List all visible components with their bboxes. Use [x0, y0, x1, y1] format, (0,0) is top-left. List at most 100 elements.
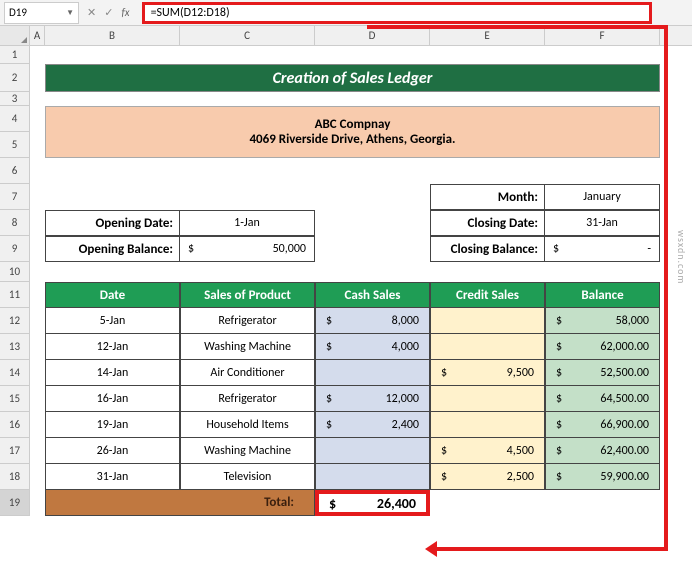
- opening-balance-label: Opening Balance:: [45, 236, 180, 262]
- row-header[interactable]: 13: [0, 334, 30, 360]
- table-cell[interactable]: [430, 334, 545, 360]
- table-cell[interactable]: 5-Jan: [45, 308, 180, 334]
- table-cell[interactable]: [315, 360, 430, 386]
- table-cell[interactable]: $52,500.00: [545, 360, 660, 386]
- table-cell[interactable]: $66,900.00: [545, 412, 660, 438]
- table-cell[interactable]: 26-Jan: [45, 438, 180, 464]
- row-header[interactable]: 3: [0, 92, 30, 106]
- row-header[interactable]: 1: [0, 46, 30, 64]
- table-cell[interactable]: Air Conditioner: [180, 360, 315, 386]
- table-cell[interactable]: $2,400: [315, 412, 430, 438]
- col-header-D[interactable]: D: [315, 26, 430, 45]
- row-header[interactable]: 17: [0, 438, 30, 464]
- table-row: 19-JanHousehold Items$2,400 $66,900.00: [45, 412, 660, 438]
- table-header-row: Date Sales of Product Cash Sales Credit …: [45, 282, 660, 308]
- table-cell[interactable]: [430, 308, 545, 334]
- th-product: Sales of Product: [180, 282, 315, 308]
- row-header[interactable]: 18: [0, 464, 30, 490]
- watermark: wsxdn.com: [675, 230, 688, 284]
- table-cell[interactable]: 14-Jan: [45, 360, 180, 386]
- row-header[interactable]: 16: [0, 412, 30, 438]
- table-cell[interactable]: 12-Jan: [45, 334, 180, 360]
- total-row: Total: $26,400: [45, 490, 660, 516]
- formula-bar[interactable]: =SUM(D12:D18): [142, 2, 652, 24]
- table-row: 26-JanWashing Machine $4,500$62,400.00: [45, 438, 660, 464]
- table-cell[interactable]: Television: [180, 464, 315, 490]
- table-cell[interactable]: Refrigerator: [180, 386, 315, 412]
- row-header[interactable]: 4: [0, 106, 30, 132]
- row-header[interactable]: 12: [0, 308, 30, 334]
- annotation-arrowhead-icon: [425, 541, 437, 557]
- table-cell[interactable]: $58,000: [545, 308, 660, 334]
- table-cell[interactable]: 31-Jan: [45, 464, 180, 490]
- closing-date-value: 31-Jan: [545, 210, 660, 236]
- row-header[interactable]: 6: [0, 158, 30, 184]
- row-header[interactable]: 5: [0, 132, 30, 158]
- table-cell[interactable]: Household Items: [180, 412, 315, 438]
- th-balance: Balance: [545, 282, 660, 308]
- row-header[interactable]: 10: [0, 262, 30, 282]
- row-header[interactable]: 15: [0, 386, 30, 412]
- col-header-A[interactable]: A: [30, 26, 45, 45]
- col-header-C[interactable]: C: [180, 26, 315, 45]
- confirm-icon[interactable]: ✓: [104, 6, 113, 19]
- table-cell[interactable]: $64,500.00: [545, 386, 660, 412]
- table-cell[interactable]: 16-Jan: [45, 386, 180, 412]
- formula-bar-row: D19 ▼ ✕ ✓ fx =SUM(D12:D18): [0, 0, 692, 26]
- row-header[interactable]: 19: [0, 490, 30, 516]
- column-headers: A B C D E F: [0, 26, 692, 46]
- table-cell[interactable]: $59,900.00: [545, 464, 660, 490]
- cells-area[interactable]: Creation of Sales Ledger ABC Compnay 406…: [30, 46, 692, 516]
- table-cell[interactable]: Washing Machine: [180, 438, 315, 464]
- table-cell[interactable]: [315, 464, 430, 490]
- col-header-B[interactable]: B: [45, 26, 180, 45]
- month-label: Month:: [430, 184, 545, 210]
- th-cash: Cash Sales: [315, 282, 430, 308]
- name-box-value: D19: [9, 6, 27, 19]
- table-cell[interactable]: $62,000.00: [545, 334, 660, 360]
- closing-date-label: Closing Date:: [430, 210, 545, 236]
- table-cell[interactable]: Refrigerator: [180, 308, 315, 334]
- table-cell[interactable]: $4,500: [430, 438, 545, 464]
- name-box-dropdown-icon[interactable]: ▼: [66, 8, 74, 18]
- opening-date-label: Opening Date:: [45, 210, 180, 236]
- th-credit: Credit Sales: [430, 282, 545, 308]
- table-cell[interactable]: [315, 438, 430, 464]
- table-cell[interactable]: 19-Jan: [45, 412, 180, 438]
- row-header[interactable]: 7: [0, 184, 30, 210]
- col-header-E[interactable]: E: [430, 26, 545, 45]
- row-headers: 1 2 3 4 5 6 7 8 9 10 11 12 13 14 15 16 1…: [0, 46, 30, 516]
- table-cell[interactable]: $12,000: [315, 386, 430, 412]
- table-row: 12-JanWashing Machine$4,000 $62,000.00: [45, 334, 660, 360]
- table-cell[interactable]: [430, 412, 545, 438]
- row-header[interactable]: 9: [0, 236, 30, 262]
- opening-balance-value: $50,000: [180, 236, 315, 262]
- select-all-corner[interactable]: [0, 26, 30, 45]
- row-header[interactable]: 14: [0, 360, 30, 386]
- table-cell[interactable]: $9,500: [430, 360, 545, 386]
- col-header-F[interactable]: F: [545, 26, 660, 45]
- table-cell[interactable]: $8,000: [315, 308, 430, 334]
- opening-date-value: 1-Jan: [180, 210, 315, 236]
- th-date: Date: [45, 282, 180, 308]
- fx-icon[interactable]: fx: [121, 6, 129, 19]
- table-cell[interactable]: $2,500: [430, 464, 545, 490]
- month-value: January: [545, 184, 660, 210]
- table-row: 16-JanRefrigerator$12,000 $64,500.00: [45, 386, 660, 412]
- row-header[interactable]: 8: [0, 210, 30, 236]
- table-cell[interactable]: $62,400.00: [545, 438, 660, 464]
- table-cell[interactable]: $4,000: [315, 334, 430, 360]
- cancel-icon[interactable]: ✕: [87, 6, 96, 19]
- total-cash-cell[interactable]: $26,400: [315, 490, 430, 516]
- ledger-table: Date Sales of Product Cash Sales Credit …: [45, 282, 660, 516]
- company-box: ABC Compnay 4069 Riverside Drive, Athens…: [45, 106, 660, 158]
- name-box[interactable]: D19 ▼: [4, 2, 79, 24]
- row-header[interactable]: 2: [0, 64, 30, 92]
- table-row: 5-JanRefrigerator$8,000 $58,000: [45, 308, 660, 334]
- company-name: ABC Compnay: [315, 117, 391, 132]
- table-cell[interactable]: [430, 386, 545, 412]
- formula-icons: ✕ ✓ fx: [87, 6, 134, 19]
- closing-balance-value: $-: [545, 236, 660, 262]
- row-header[interactable]: 11: [0, 282, 30, 308]
- table-cell[interactable]: Washing Machine: [180, 334, 315, 360]
